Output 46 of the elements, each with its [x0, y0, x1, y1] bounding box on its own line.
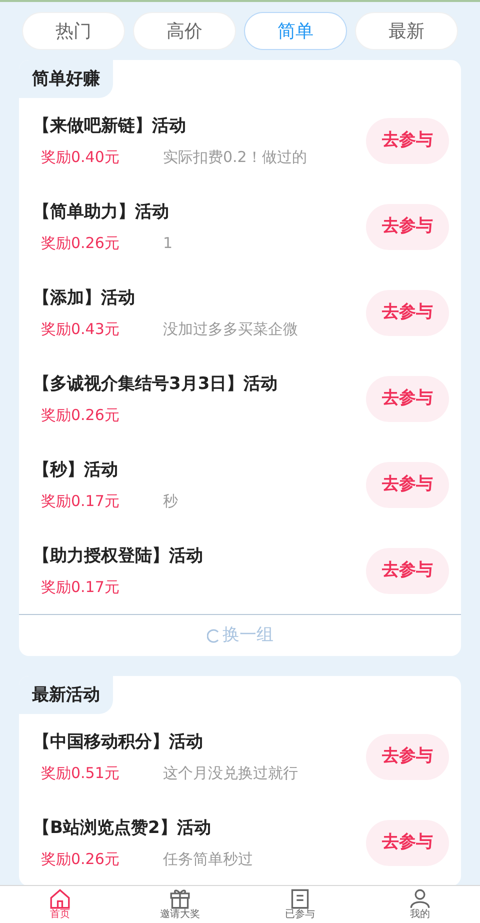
reward-text: 奖励0.26元	[41, 848, 120, 870]
section-title: 简单好赚	[19, 60, 113, 98]
reward-text: 奖励0.26元	[41, 404, 120, 426]
join-button[interactable]: 去参与	[366, 204, 449, 250]
activity-title: 【助力授权登陆】活动	[33, 545, 204, 568]
refresh-button[interactable]: 换一组	[206, 622, 274, 648]
nav-tab[interactable]: 邀请大奖	[120, 886, 240, 923]
join-button[interactable]: 去参与	[366, 462, 449, 508]
join-button[interactable]: 去参与	[366, 734, 449, 780]
activity-title: 【B站浏览点赞2】活动	[33, 817, 212, 840]
activity-title: 【来做吧新链】活动	[33, 115, 187, 138]
reward-text: 奖励0.40元	[41, 146, 120, 168]
activity-title: 【多诚视介集结号3月3日】活动	[33, 373, 279, 396]
activity-note: 实际扣费0.2！做过的	[163, 146, 307, 168]
reward-text: 奖励0.26元	[41, 232, 120, 254]
join-button[interactable]: 去参与	[366, 820, 449, 866]
nav-tab[interactable]: 我的	[360, 886, 480, 923]
activity-title: 【中国移动积分】活动	[33, 731, 204, 754]
join-button[interactable]: 去参与	[366, 548, 449, 594]
reward-text: 奖励0.17元	[41, 576, 120, 598]
home-icon	[50, 888, 70, 908]
nav-tab[interactable]: 已参与	[240, 886, 360, 923]
activity-title: 【添加】活动	[33, 287, 136, 310]
nav-tab[interactable]: 首页	[0, 886, 120, 923]
refresh-icon	[206, 628, 220, 644]
activity-note: 1	[163, 232, 173, 254]
reward-text: 奖励0.17元	[41, 490, 120, 512]
activity-note: 这个月没兑换过就行	[163, 762, 298, 784]
reward-text: 奖励0.43元	[41, 318, 120, 340]
gift-icon	[170, 888, 190, 908]
category-tab[interactable]: 热门	[22, 12, 125, 50]
activity-title: 【简单助力】活动	[33, 201, 170, 224]
reward-text: 奖励0.51元	[41, 762, 120, 784]
section-title: 最新活动	[19, 676, 113, 714]
category-tab[interactable]: 简单	[244, 12, 347, 50]
doc-icon	[290, 888, 310, 908]
activity-note: 任务简单秒过	[163, 848, 253, 870]
category-tab[interactable]: 高价	[133, 12, 236, 50]
join-button[interactable]: 去参与	[366, 118, 449, 164]
join-button[interactable]: 去参与	[366, 376, 449, 422]
user-icon	[410, 888, 430, 908]
activity-note: 秒	[163, 490, 178, 512]
join-button[interactable]: 去参与	[366, 290, 449, 336]
activity-note: 没加过多多买菜企微	[163, 318, 298, 340]
activity-title: 【秒】活动	[33, 459, 119, 482]
category-tab[interactable]: 最新	[355, 12, 458, 50]
